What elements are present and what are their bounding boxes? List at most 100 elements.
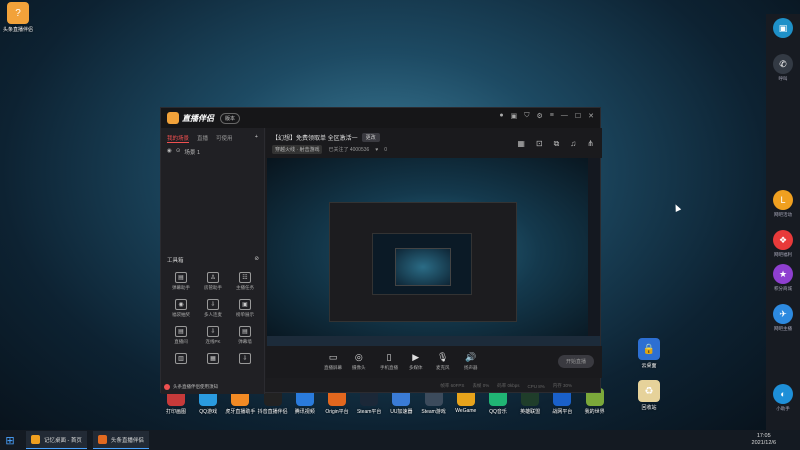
tool-item[interactable]: ⇩ <box>229 353 261 366</box>
desktop-icon-label: 回收站 <box>641 405 657 411</box>
edit-title-button[interactable]: 更改 <box>361 133 380 142</box>
tool-icon: ▤ <box>175 326 187 337</box>
desktop-icon-label: 头条直播伴侣 <box>2 27 33 33</box>
desktop-icon-label: 战网平台 <box>552 409 573 415</box>
status-item: CPU 8% <box>527 383 545 389</box>
eye-icon[interactable]: ◉ <box>167 148 172 156</box>
tool-item[interactable]: ▤ 弹幕墙 <box>229 326 261 345</box>
tool-label: 多人连麦 <box>204 312 222 317</box>
desktop-icon-label: 我的世界 <box>584 409 605 415</box>
start-live-button[interactable]: 开始直播 <box>558 355 594 368</box>
taskbar-app-live[interactable]: 头条直播伴侣 <box>92 431 149 449</box>
tool-item[interactable]: ⇩ 连线PK <box>197 326 229 345</box>
tool-item[interactable]: ⇩ 多人连麦 <box>197 299 229 318</box>
bird-icon: ✈ <box>773 304 793 324</box>
taskbar-app-desktop[interactable]: 记忆桌面 - 首页 <box>26 431 87 449</box>
source-control-label: 直播屏幕 <box>324 365 342 370</box>
stream-meta-row: 穿越火线 · 射击游戏 已关注了 4000536 ♥ 0 <box>272 145 387 154</box>
bell-icon[interactable]: ♫ <box>570 139 576 149</box>
scene-item[interactable]: ◉ ⊙ 场景 1 <box>161 146 264 158</box>
desktop-icon-label: QQ游戏 <box>199 409 218 415</box>
scene-panel: 我的场景 直播 可使用 + ◉ ⊙ 场景 1 工具箱 ⊘ ▤ 弹幕助手 ♙ 房管助手 ☷… <box>161 128 265 394</box>
taskbar-app-label: 头条直播伴侣 <box>110 437 144 444</box>
status-item: 码率 0kbps <box>497 383 520 388</box>
tab-available[interactable]: 可使用 <box>216 134 233 143</box>
stream-category[interactable]: 穿越火线 · 射击游戏 <box>272 145 323 154</box>
sidebar-item[interactable]: ★ 积分商城 <box>771 264 795 292</box>
share-icon[interactable]: ⋔ <box>587 139 594 149</box>
source-control[interactable]: ◎ 摄像头 <box>352 352 366 371</box>
windows-start-icon[interactable]: ⊞ <box>0 430 20 450</box>
desktop-icon-label: QQ音乐 <box>489 409 507 415</box>
sidebar-item[interactable]: ◐ 小助手 <box>771 384 795 412</box>
tool-item[interactable]: ♙ 房管助手 <box>197 272 229 291</box>
maximize-icon[interactable]: ☐ <box>575 112 581 120</box>
tool-item[interactable]: ☷ 主播任务 <box>229 272 261 291</box>
source-control[interactable]: ▭ 直播屏幕 <box>324 352 342 371</box>
tab-my-scenes[interactable]: 我的场景 <box>167 134 190 143</box>
taskbar-app-label: 记忆桌面 - 首页 <box>44 437 82 444</box>
scene-label: 场景 1 <box>184 150 201 156</box>
coin-icon: L <box>773 190 793 210</box>
sidebar-item[interactable]: ▣ <box>771 18 795 40</box>
add-scene-icon[interactable]: + <box>255 134 258 143</box>
tool-icon: ▤ <box>239 326 251 337</box>
tool-item[interactable]: ▥ <box>165 353 197 366</box>
desktop-icon-toutiao-live[interactable]: ? 头条直播伴侣 <box>0 2 36 33</box>
version-badge[interactable]: 版本 <box>220 112 241 124</box>
source-control-icon: ▯ <box>386 352 392 362</box>
usage-notice[interactable]: 头条直播伴侣使用须知 <box>164 384 218 390</box>
sidebar-item[interactable]: ✈ 网吧主播 <box>771 304 795 332</box>
live-preview[interactable] <box>267 158 600 346</box>
close-icon[interactable]: ✕ <box>588 112 594 120</box>
tool-label: 连线PK <box>205 339 221 344</box>
sidebar-item-label: 小助手 <box>776 406 790 411</box>
likes-icon: ♥ <box>375 146 379 153</box>
tool-label: 主播任务 <box>236 285 254 290</box>
tool-item[interactable]: ▤ 弹幕助手 <box>165 272 197 291</box>
tools-settings-icon[interactable]: ⊘ <box>254 256 259 264</box>
desktop-icon-cloud-desktop[interactable]: 🔒 云桌面 <box>631 338 667 369</box>
menu-icon[interactable]: ≡ <box>550 112 554 120</box>
settings-icon[interactable]: ⚙ <box>536 112 542 120</box>
source-control-icon: ▶ <box>412 352 420 362</box>
sidebar-item[interactable]: ❖ 网吧福利 <box>771 230 795 258</box>
clock-date: 2021/12/6 <box>751 440 776 446</box>
tool-icon: ⇩ <box>207 299 219 310</box>
tool-item[interactable]: ▣ 榜单展示 <box>229 299 261 318</box>
tool-item[interactable]: ▦ <box>197 353 229 366</box>
lock-icon[interactable]: ⊙ <box>176 148 181 156</box>
phone-icon: ✆ <box>773 54 793 74</box>
desktop-icon-label: 云桌面 <box>641 363 657 369</box>
message-icon[interactable]: ▣ <box>511 112 518 120</box>
minimize-icon[interactable]: — <box>561 112 568 120</box>
sidebar-item[interactable]: ✆ 呼叫 <box>771 54 795 82</box>
source-control[interactable]: 🎙 麦克风 <box>436 352 450 371</box>
tool-label: 直播间 <box>174 339 188 344</box>
title-bar: 直播伴侣 版本 ● ▣ ⛉ ⚙ ≡ — ☐ ✕ <box>161 108 600 128</box>
source-control[interactable]: 🔊 扬声器 <box>464 352 478 371</box>
status-item: 丢帧 0% <box>472 383 490 388</box>
window-controls: ● ▣ ⛉ ⚙ ≡ — ☐ ✕ <box>499 112 594 120</box>
avatar[interactable]: ● <box>499 112 503 120</box>
sidebar-item-label: 网吧主播 <box>774 326 792 331</box>
tool-item[interactable]: ◉ 福袋抽奖 <box>165 299 197 318</box>
tool-icon: ⇩ <box>207 326 219 337</box>
source-control-label: 摄像头 <box>352 365 366 370</box>
gift-icon: ❖ <box>773 230 793 250</box>
shirt-icon[interactable]: ⛉ <box>524 112 529 120</box>
desktop-icon-label: Steam平台 <box>356 409 382 415</box>
copy-icon[interactable]: ⧉ <box>554 139 560 149</box>
grid-icon[interactable]: ▦ <box>517 139 525 149</box>
source-control[interactable]: ▯ 手机直播 <box>380 352 398 371</box>
tab-live[interactable]: 直播 <box>197 134 208 143</box>
sidebar-item-label: 积分商城 <box>774 286 792 291</box>
lock-icon[interactable]: ⊡ <box>536 139 543 149</box>
desktop-icon-recycle-bin[interactable]: ♻ 回收站 <box>631 380 667 411</box>
source-control[interactable]: ▶ 多媒体 <box>409 352 423 371</box>
system-clock[interactable]: 17:05 2021/12/6 <box>752 433 776 447</box>
source-control-icon: ◎ <box>354 352 363 362</box>
lock-icon: 🔒 <box>638 338 660 360</box>
sidebar-item[interactable]: L 网吧活动 <box>771 190 795 218</box>
tool-item[interactable]: ▤ 直播间 <box>165 326 197 345</box>
